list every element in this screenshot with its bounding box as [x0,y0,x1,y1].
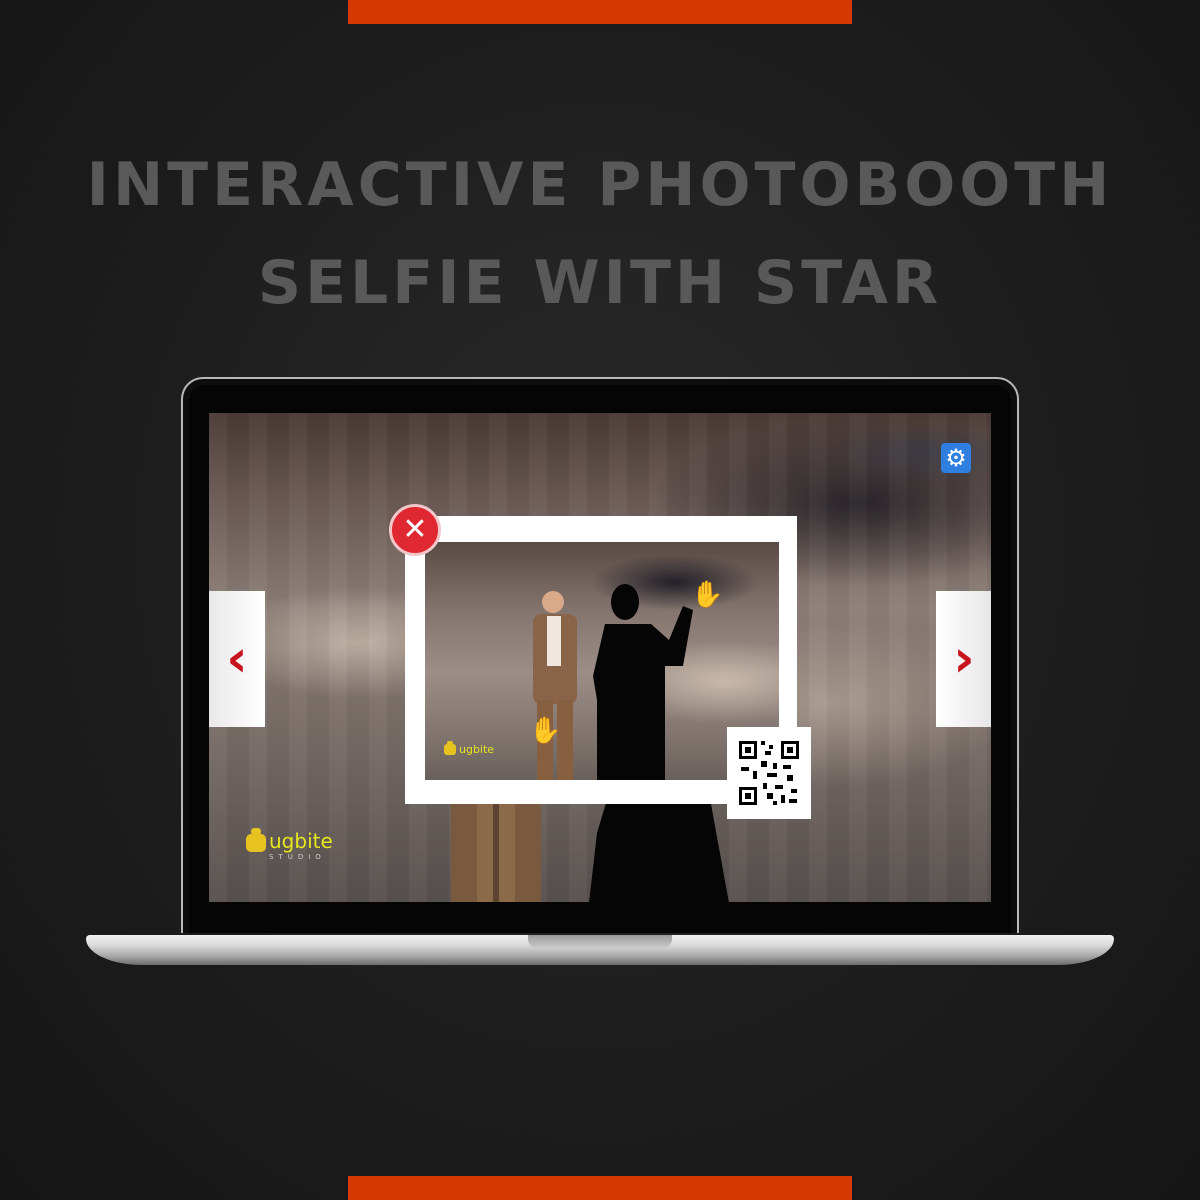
qr-code-icon [737,739,801,807]
brand-logo: ugbite STUDIO [245,827,333,861]
laptop-notch [528,935,672,949]
frame-logo: ugbite [443,740,494,756]
qr-code[interactable] [727,727,811,819]
logo-word: ugbite [459,743,495,756]
chevron-left-icon: ‹ [226,629,248,689]
hand-icon: ✋ [691,580,724,610]
bottom-accent-bar [348,1176,852,1200]
headline-line-1: INTERACTIVE PHOTOBOOTH [86,150,1114,220]
logo-word: ugbite [269,829,333,853]
headline-line-2: SELFIE WITH STAR [257,248,943,318]
photo-preview: ✋ ✋ ugbite [425,542,779,780]
logo-icon [246,828,266,852]
gear-icon: ⚙ [945,444,967,472]
next-button[interactable]: › [936,591,991,727]
background-silhouette [589,793,729,902]
previous-button[interactable]: ‹ [209,591,265,727]
settings-button[interactable]: ⚙ [941,443,971,473]
user-silhouette [593,584,693,780]
close-button[interactable]: ✕ [389,504,441,556]
logo-subtitle: STUDIO [269,853,326,861]
background-star-figure [451,793,541,902]
chevron-right-icon: › [953,629,975,689]
star-figure [533,591,577,780]
logo-icon [444,741,456,755]
close-icon: ✕ [402,512,428,547]
top-accent-bar [348,0,852,24]
photobooth-screen: ⚙ ‹ › ✋ ✋ ugbite ✕ ugbite STUDIO [209,413,991,902]
hand-icon: ✋ [529,716,562,746]
